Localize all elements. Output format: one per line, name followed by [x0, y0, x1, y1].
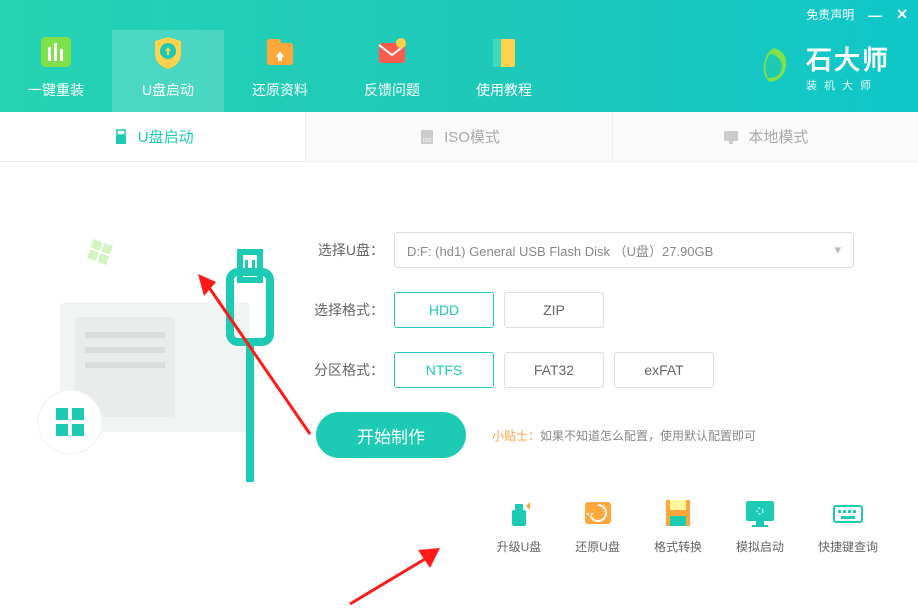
nav-feedback[interactable]: 反馈问题 — [336, 30, 448, 112]
main-nav: 一键重装 U盘启动 还原资料 反馈问题 使用教程 — [0, 0, 560, 112]
iso-icon: ISO — [418, 128, 436, 146]
tool-label: 快捷键查询 — [818, 538, 878, 555]
nav-restore[interactable]: 还原资料 — [224, 30, 336, 112]
subtab-label: U盘启动 — [138, 126, 194, 147]
subtab-label: 本地模式 — [748, 126, 808, 147]
restore-icon — [578, 496, 618, 530]
annotation-arrow-1 — [190, 274, 320, 444]
partition-exfat[interactable]: exFAT — [614, 352, 714, 388]
tool-label: 还原U盘 — [575, 538, 620, 555]
header: 免责声明 — ✕ 一键重装 U盘启动 还原资料 反馈问题 — [0, 0, 918, 112]
usb-up-icon — [499, 496, 539, 530]
usb-select-label: 选择U盘： — [310, 240, 384, 260]
tool-simulate-boot[interactable]: 模拟启动 — [736, 496, 784, 555]
subtab-local[interactable]: 本地模式 — [613, 112, 918, 161]
nav-reinstall[interactable]: 一键重装 — [0, 30, 112, 112]
nav-label: 使用教程 — [448, 80, 560, 100]
shield-usb-icon — [112, 30, 224, 74]
mail-icon — [336, 30, 448, 74]
tool-label: 格式转换 — [654, 538, 702, 555]
tool-restore-usb[interactable]: 还原U盘 — [575, 496, 620, 555]
floppy-icon — [658, 496, 698, 530]
brand-subtitle: 装机大师 — [806, 77, 890, 93]
partition-fat32[interactable]: FAT32 — [504, 352, 604, 388]
main-content: 选择U盘： D:F: (hd1) General USB Flash Disk … — [0, 162, 918, 579]
partition-ntfs[interactable]: NTFS — [394, 352, 494, 388]
monitor-icon — [722, 128, 740, 146]
subtab-iso[interactable]: ISO ISO模式 — [306, 112, 612, 161]
titlebar: 免责声明 — ✕ — [806, 6, 908, 23]
chart-icon — [0, 30, 112, 74]
tip: 小贴士：如果不知道怎么配置，使用默认配置即可 — [492, 427, 756, 444]
format-label: 选择格式： — [310, 300, 384, 320]
monitor-boot-icon — [740, 496, 780, 530]
nav-label: 还原资料 — [224, 80, 336, 100]
brand-logo-icon — [750, 42, 798, 90]
disclaimer-link[interactable]: 免责声明 — [806, 6, 854, 23]
partition-label: 分区格式： — [310, 360, 384, 380]
nav-label: 反馈问题 — [336, 80, 448, 100]
nav-usb-boot[interactable]: U盘启动 — [112, 30, 224, 112]
svg-text:ISO: ISO — [423, 138, 432, 144]
chevron-down-icon: ▾ — [834, 242, 841, 258]
usb-select[interactable]: D:F: (hd1) General USB Flash Disk （U盘）27… — [394, 232, 854, 268]
close-button[interactable]: ✕ — [896, 6, 908, 23]
subtab-usb[interactable]: U盘启动 — [0, 112, 306, 161]
illustration — [0, 192, 310, 492]
tool-format-convert[interactable]: 格式转换 — [654, 496, 702, 555]
start-button[interactable]: 开始制作 — [316, 412, 466, 458]
book-icon — [448, 30, 560, 74]
keyboard-icon — [828, 496, 868, 530]
format-hdd[interactable]: HDD — [394, 292, 494, 328]
tool-upgrade-usb[interactable]: 升级U盘 — [497, 496, 542, 555]
format-zip[interactable]: ZIP — [504, 292, 604, 328]
form: 选择U盘： D:F: (hd1) General USB Flash Disk … — [310, 232, 878, 458]
footer-tools: 升级U盘 还原U盘 格式转换 模拟启动 快捷键查询 — [497, 496, 878, 555]
subtabs: U盘启动 ISO ISO模式 本地模式 — [0, 112, 918, 162]
nav-tutorial[interactable]: 使用教程 — [448, 30, 560, 112]
folder-up-icon — [224, 30, 336, 74]
nav-label: U盘启动 — [112, 80, 224, 100]
tool-label: 模拟启动 — [736, 538, 784, 555]
usb-icon — [112, 128, 130, 146]
brand-title: 石大师 — [806, 40, 890, 77]
minimize-button[interactable]: — — [868, 7, 882, 23]
tip-text: 如果不知道怎么配置，使用默认配置即可 — [540, 429, 756, 443]
subtab-label: ISO模式 — [444, 126, 500, 147]
tool-label: 升级U盘 — [497, 538, 542, 555]
tip-label: 小贴士： — [492, 429, 540, 443]
usb-select-value: D:F: (hd1) General USB Flash Disk （U盘）27… — [407, 241, 713, 260]
nav-label: 一键重装 — [0, 80, 112, 100]
annotation-arrow-2 — [340, 542, 450, 612]
tool-hotkey[interactable]: 快捷键查询 — [818, 496, 878, 555]
